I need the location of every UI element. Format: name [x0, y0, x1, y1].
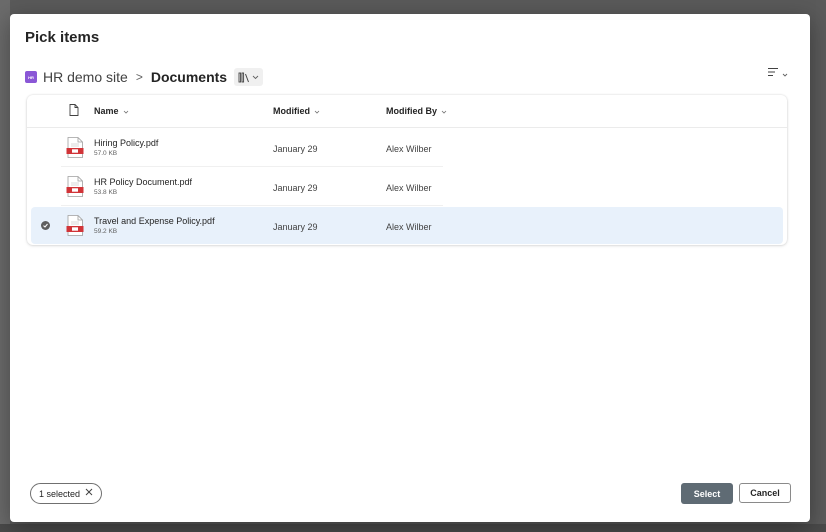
breadcrumb-site-link[interactable]: HR demo site: [43, 69, 128, 85]
modified-date: January 29: [273, 183, 318, 193]
chevron-down-icon: [314, 107, 320, 116]
dialog-title: Pick items: [25, 29, 100, 46]
breadcrumb: HR HR demo site > Documents: [25, 66, 264, 88]
modified-date: January 29: [273, 144, 318, 154]
column-header-name[interactable]: Name: [94, 106, 129, 116]
modified-by: Alex Wilber: [386, 222, 432, 232]
library-switcher-button[interactable]: [234, 68, 264, 86]
library-icon: [238, 72, 250, 83]
pick-items-dialog: Pick items HR HR demo site > Documents N…: [10, 14, 810, 522]
chevron-down-icon: [252, 75, 259, 80]
chevron-down-icon: [123, 107, 129, 116]
file-name-link[interactable]: Hiring Policy.pdf: [94, 138, 158, 148]
breadcrumb-current: Documents: [150, 69, 228, 85]
backdrop: [816, 0, 826, 532]
document-icon[interactable]: [69, 104, 79, 118]
column-header-label: Modified By: [386, 106, 437, 116]
pdf-file-icon: [66, 137, 84, 158]
selected-count-label: 1 selected: [39, 488, 81, 499]
modified-by: Alex Wilber: [386, 144, 432, 154]
file-name-link[interactable]: Travel and Expense Policy.pdf: [94, 216, 215, 226]
backdrop: [0, 0, 10, 532]
table-row-selected[interactable]: Travel and Expense Policy.pdf 59.2 KB Ja…: [31, 207, 783, 244]
column-header-label: Name: [94, 106, 119, 116]
file-list: Name Modified Modified By Hiring Policy.…: [27, 95, 787, 245]
modified-date: January 29: [273, 222, 318, 232]
select-button[interactable]: Select: [681, 483, 733, 504]
column-header-modified[interactable]: Modified: [273, 106, 320, 116]
column-header-modified-by[interactable]: Modified By: [386, 106, 447, 116]
table-row[interactable]: HR Policy Document.pdf 53.8 KB January 2…: [31, 168, 783, 206]
modified-by: Alex Wilber: [386, 183, 432, 193]
list-header: Name Modified Modified By: [27, 95, 787, 128]
pdf-file-icon: [66, 176, 84, 197]
close-icon[interactable]: [85, 488, 93, 499]
file-size: 53.8 KB: [94, 189, 118, 196]
view-options-button[interactable]: [767, 66, 788, 80]
row-divider: [61, 166, 443, 167]
sharepoint-site-icon[interactable]: HR: [25, 71, 37, 83]
view-options-icon: [767, 64, 779, 82]
table-row[interactable]: Hiring Policy.pdf 57.0 KB January 29 Ale…: [31, 129, 783, 167]
selected-count-pill[interactable]: 1 selected: [30, 483, 103, 504]
file-size: 57.0 KB: [94, 150, 118, 157]
row-divider: [61, 205, 443, 206]
file-name-link[interactable]: HR Policy Document.pdf: [94, 177, 192, 187]
chevron-down-icon: [782, 64, 788, 82]
checkmark-circle-icon[interactable]: [41, 221, 50, 230]
cancel-button[interactable]: Cancel: [739, 483, 791, 503]
site-badge-text: HR: [28, 74, 34, 80]
pdf-file-icon: [66, 215, 84, 236]
file-size: 59.2 KB: [94, 228, 118, 235]
backdrop: [0, 524, 826, 532]
column-header-label: Modified: [273, 106, 310, 116]
breadcrumb-separator: >: [135, 70, 143, 84]
chevron-down-icon: [441, 107, 447, 116]
